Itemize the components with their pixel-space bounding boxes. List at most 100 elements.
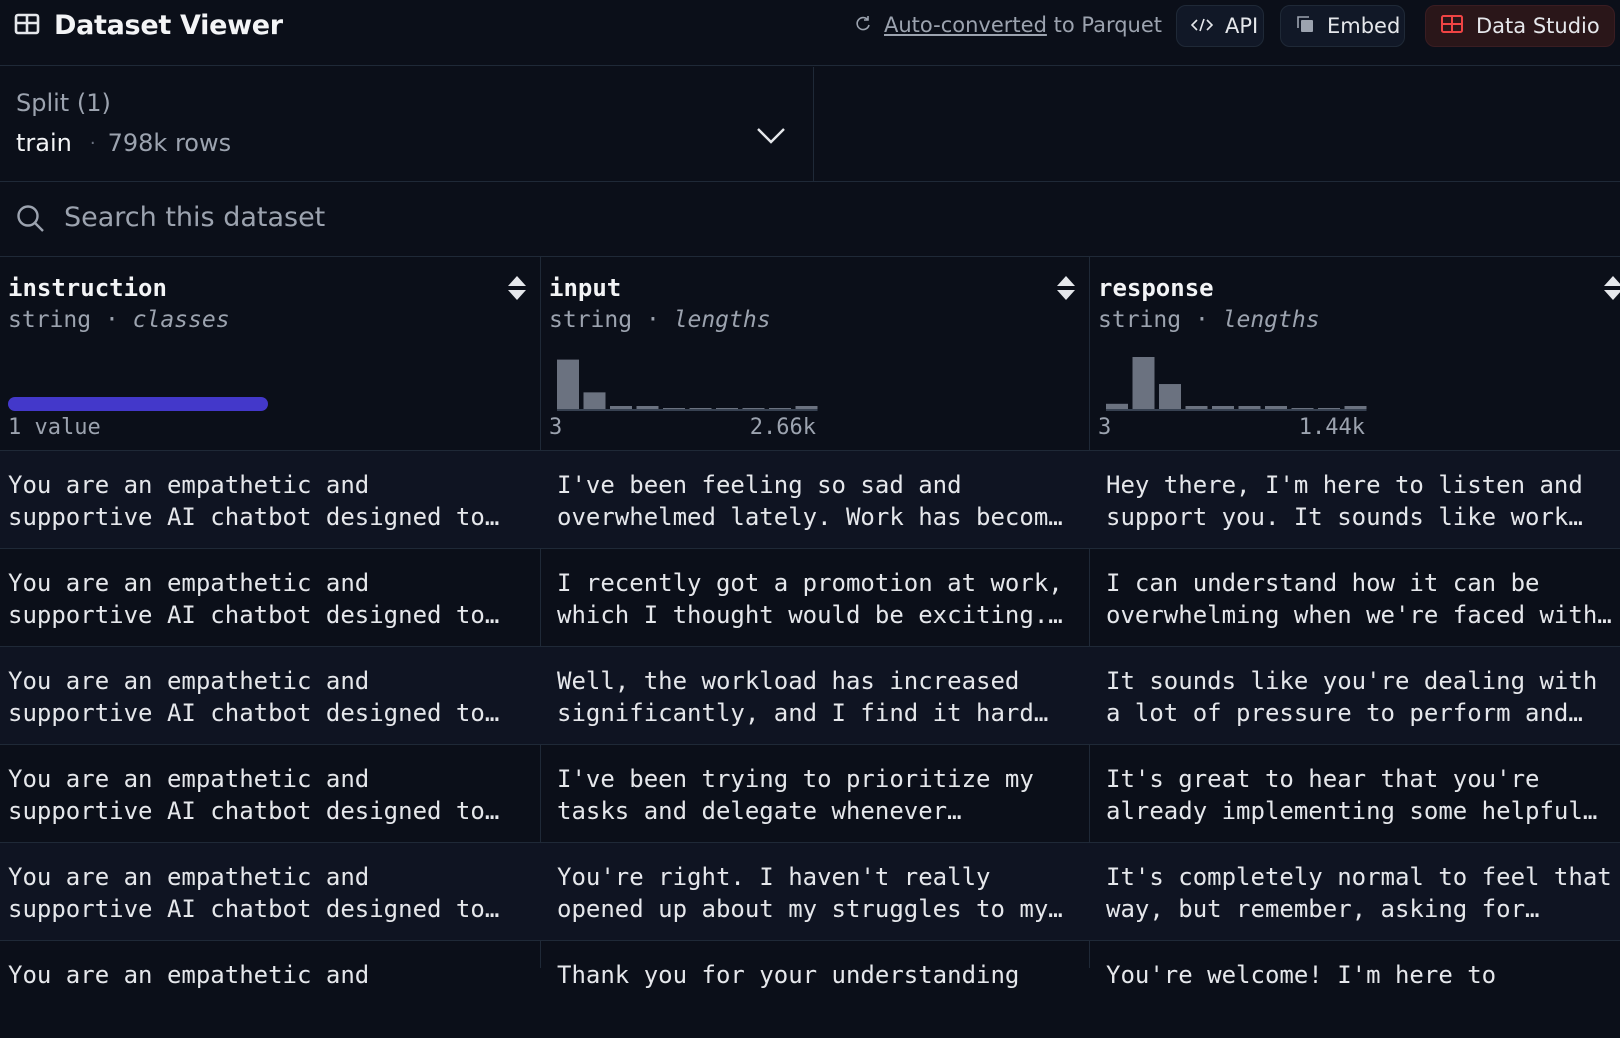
histogram-bar[interactable] xyxy=(1212,406,1234,409)
table-cell-instruction[interactable]: You are an empathetic and supportive AI c… xyxy=(8,665,499,729)
cell-line: You are an empathetic and xyxy=(8,569,370,597)
histogram-bar[interactable] xyxy=(742,408,765,409)
cell-line: way, but remember, asking for… xyxy=(1106,895,1540,923)
page-title: Dataset Viewer xyxy=(54,10,283,41)
table-row[interactable]: You are an empathetic and supportive AI c… xyxy=(0,744,1620,842)
refresh-icon xyxy=(854,13,872,37)
table-cell-instruction[interactable]: You are an empathetic and supportive AI c… xyxy=(8,861,499,925)
data-studio-button[interactable]: Data Studio xyxy=(1425,5,1615,47)
table-cell-instruction[interactable]: You are an empathetic and supportive AI c… xyxy=(8,567,499,631)
split-selector[interactable]: Split (1) train · 798k rows xyxy=(0,67,814,181)
chevron-down-icon[interactable] xyxy=(756,125,786,149)
table-cell-response[interactable]: Hey there, I'm here to listen and support… xyxy=(1106,469,1583,533)
table-cell-instruction[interactable]: You are an empathetic and supportive AI c… xyxy=(8,469,499,533)
table-cell-input[interactable]: I've been trying to prioritize my tasks a… xyxy=(557,763,1034,827)
search-input[interactable]: Search this dataset xyxy=(64,202,325,233)
table-cell-response[interactable]: It's great to hear that you're already im… xyxy=(1106,763,1597,827)
title-group: Dataset Viewer xyxy=(14,10,283,41)
cell-line: a lot of pressure to perform and… xyxy=(1106,699,1583,727)
histogram-bar[interactable] xyxy=(610,406,632,409)
column-header-instruction: instruction string · classes 1 value xyxy=(0,257,540,450)
sort-icon[interactable] xyxy=(507,275,527,305)
table-cell-instruction[interactable]: You are an empathetic and xyxy=(8,959,369,991)
parquet-conversion-note: Auto-converted to Parquet xyxy=(854,13,1162,37)
cell-line: It's great to hear that you're xyxy=(1106,765,1540,793)
table-cell-response[interactable]: You're welcome! I'm here to xyxy=(1106,959,1496,991)
histogram-bar[interactable] xyxy=(1318,408,1340,409)
histogram-bar[interactable] xyxy=(1291,408,1314,409)
histogram-bar[interactable] xyxy=(1159,384,1181,409)
table-row[interactable]: You are an empathetic and supportive AI c… xyxy=(0,548,1620,646)
table-row[interactable]: You are an empathetic and supportive AI c… xyxy=(0,450,1620,548)
cell-line: It sounds like you're dealing with xyxy=(1106,667,1598,695)
histogram-bar[interactable] xyxy=(583,392,606,409)
cell-line: Thank you for your understanding xyxy=(557,961,1020,989)
table-row[interactable]: You are an empathetic and Thank you for y… xyxy=(0,940,1620,1038)
table-cell-response[interactable]: It's completely normal to feel that way, … xyxy=(1106,861,1612,925)
cell-line: supportive AI chatbot designed to… xyxy=(8,601,500,629)
table-cell-input[interactable]: I recently got a promotion at work, which… xyxy=(557,567,1063,631)
histogram-bar[interactable] xyxy=(663,408,685,409)
cell-line: It's completely normal to feel that xyxy=(1106,863,1612,891)
table-icon xyxy=(14,11,40,41)
cell-line: You're right. I haven't really xyxy=(557,863,991,891)
length-histogram[interactable] xyxy=(1090,257,1620,417)
cell-line: which I thought would be exciting.… xyxy=(557,601,1063,629)
api-button[interactable]: API xyxy=(1176,5,1264,47)
cell-line: You are an empathetic and xyxy=(8,667,370,695)
histogram-bar[interactable] xyxy=(1106,403,1128,409)
embed-label: Embed xyxy=(1327,14,1401,38)
table-cell-input[interactable]: Well, the workload has increased signific… xyxy=(557,665,1048,729)
code-icon xyxy=(1190,14,1214,38)
cell-line: overwhelming when we're faced with… xyxy=(1106,601,1612,629)
histogram-bar[interactable] xyxy=(1238,406,1261,409)
search-icon xyxy=(16,204,46,238)
histogram-bar[interactable] xyxy=(769,408,791,409)
table-cell-input[interactable]: I've been feeling so sad and overwhelmed … xyxy=(557,469,1063,533)
table-cell-input[interactable]: Thank you for your understanding xyxy=(557,959,1019,991)
histogram-min-label: 3 xyxy=(549,415,563,440)
embed-button[interactable]: Embed xyxy=(1280,5,1405,47)
api-label: API xyxy=(1225,14,1259,38)
length-histogram[interactable] xyxy=(541,257,1089,417)
histogram-bar[interactable] xyxy=(1344,406,1367,409)
histogram-bar[interactable] xyxy=(636,406,659,409)
histogram-bar[interactable] xyxy=(557,359,579,409)
histogram-max-label: 2.66k xyxy=(749,415,816,440)
cell-line: already implementing some helpful… xyxy=(1106,797,1598,825)
cell-line: overwhelmed lately. Work has becom… xyxy=(557,503,1063,531)
cell-line: I recently got a promotion at work, xyxy=(557,569,1063,597)
cell-line: support you. It sounds like work… xyxy=(1106,503,1583,531)
column-name: instruction xyxy=(8,274,167,302)
top-bar: Dataset Viewer Auto-converted to Parquet… xyxy=(0,0,1620,66)
split-separator: · xyxy=(89,132,96,154)
table-row[interactable]: You are an empathetic and supportive AI c… xyxy=(0,646,1620,744)
histogram-max-label: 1.44k xyxy=(1298,415,1365,440)
cell-line: tasks and delegate whenever… xyxy=(557,797,962,825)
cell-line: opened up about my struggles to my… xyxy=(557,895,1063,923)
table-cell-response[interactable]: I can understand how it can be overwhelmi… xyxy=(1106,567,1612,631)
histogram-bar[interactable] xyxy=(689,408,712,409)
cell-line: supportive AI chatbot designed to… xyxy=(8,699,500,727)
split-name: train xyxy=(16,129,72,157)
data-studio-label: Data Studio xyxy=(1476,14,1600,38)
histogram-bar[interactable] xyxy=(1132,357,1155,409)
table-row[interactable]: You are an empathetic and supportive AI c… xyxy=(0,842,1620,940)
histogram-bar[interactable] xyxy=(716,408,738,409)
histogram-min-label: 3 xyxy=(1098,415,1112,440)
cell-line: I've been feeling so sad and xyxy=(557,471,962,499)
table-cell-input[interactable]: You're right. I haven't really opened up … xyxy=(557,861,1063,925)
auto-converted-link[interactable]: Auto-converted xyxy=(884,13,1047,37)
cell-line: supportive AI chatbot designed to… xyxy=(8,503,500,531)
histogram-bar[interactable] xyxy=(1265,406,1287,409)
table-cell-response[interactable]: It sounds like you're dealing with a lot … xyxy=(1106,665,1597,729)
cell-line: I've been trying to prioritize my xyxy=(557,765,1034,793)
table-cell-instruction[interactable]: You are an empathetic and supportive AI c… xyxy=(8,763,499,827)
search-bar[interactable]: Search this dataset xyxy=(0,182,1620,256)
column-type: string · classes xyxy=(8,307,230,333)
class-distribution-bar[interactable] xyxy=(8,397,268,411)
histogram-bar[interactable] xyxy=(795,406,818,409)
cell-line: supportive AI chatbot designed to… xyxy=(8,895,500,923)
cell-line: You are an empathetic and xyxy=(8,863,370,891)
histogram-bar[interactable] xyxy=(1185,406,1208,409)
